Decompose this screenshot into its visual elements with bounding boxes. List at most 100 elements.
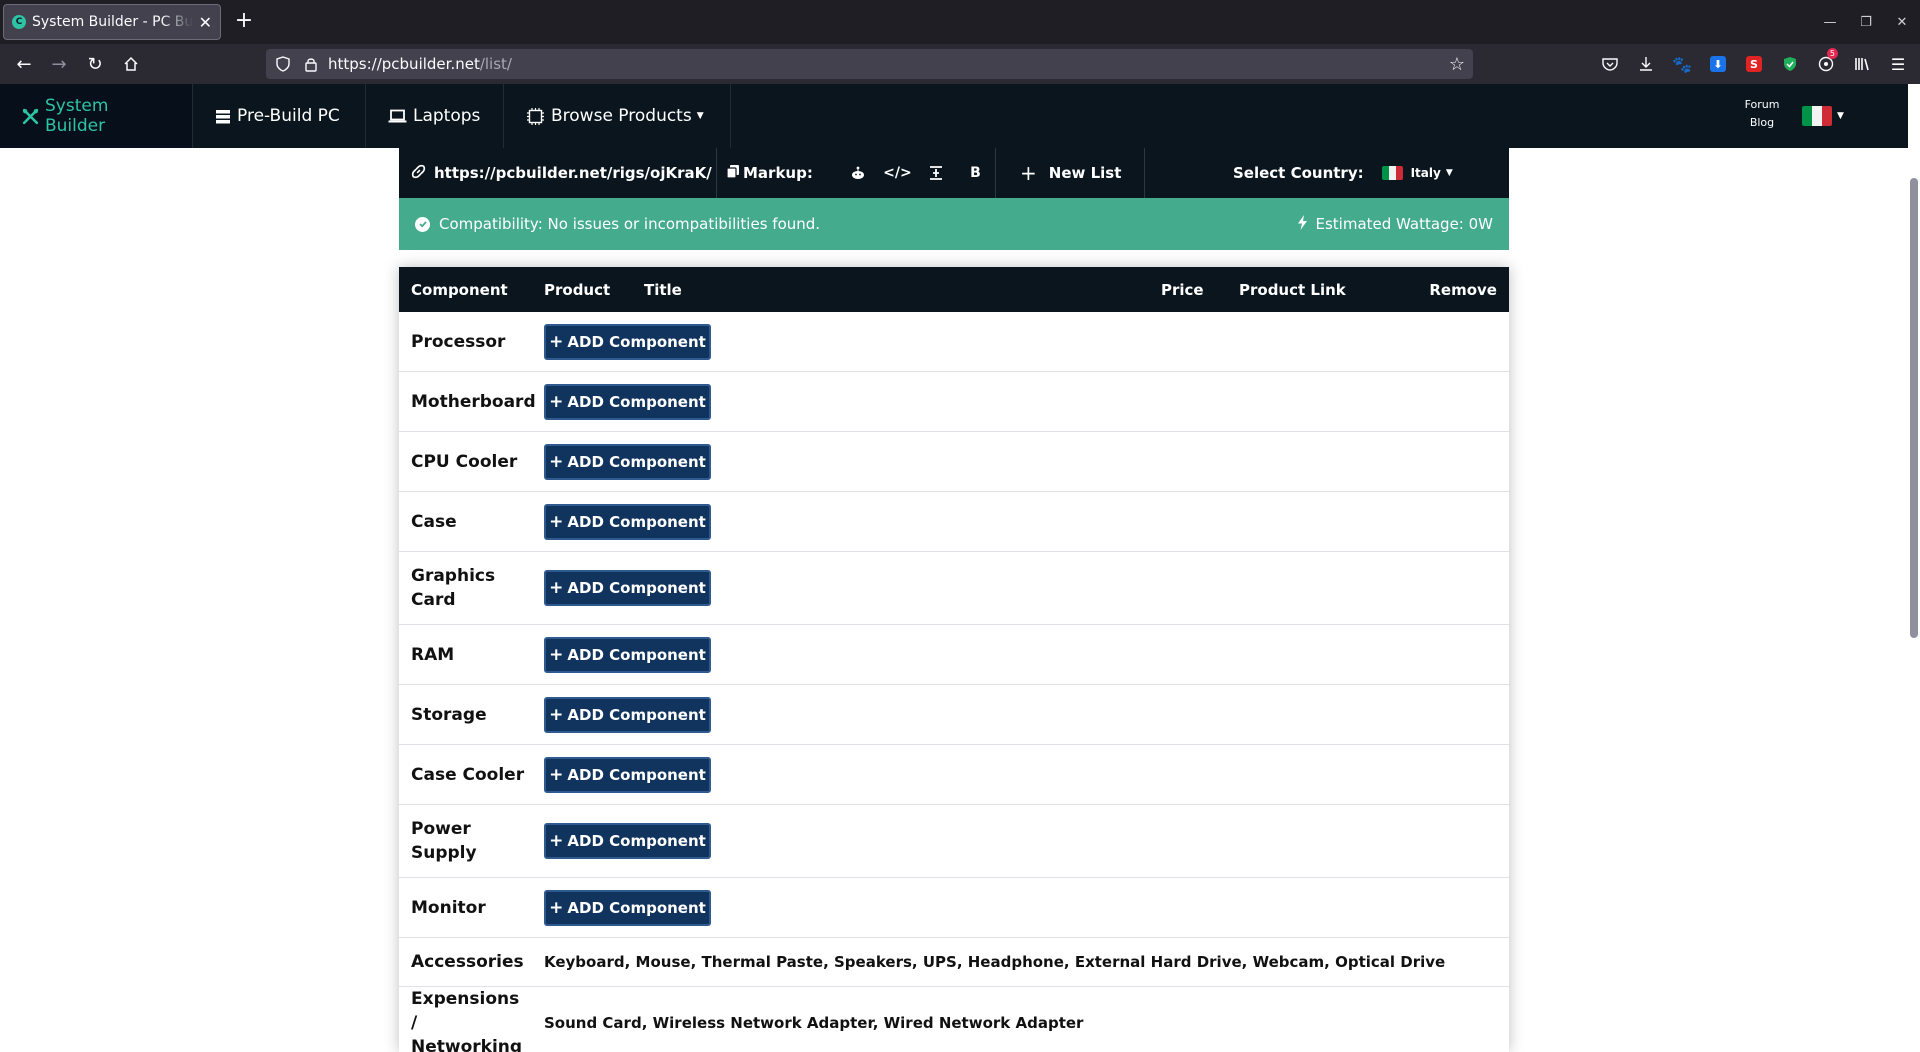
add-motherboard-button[interactable]: + ADD Component — [544, 383, 711, 420]
add-processor-button[interactable]: + ADD Component — [544, 323, 711, 360]
plus-icon: + — [549, 578, 564, 598]
col-title: Title — [644, 281, 682, 299]
expansion-link-wired-network-adapter[interactable]: Wired Network Adapter — [884, 1014, 1084, 1032]
add-case-cooler-button[interactable]: + ADD Component — [544, 756, 711, 793]
add-button-label: ADD Component — [567, 452, 706, 471]
nav-secondary-links: Forum Blog — [1744, 96, 1780, 132]
restore-button[interactable]: ❐ — [1848, 0, 1884, 44]
parts-table: Component Product Title Price Product Li… — [399, 267, 1509, 1052]
table-row: CPU Cooler + ADD Component — [399, 432, 1509, 492]
country-selector[interactable]: Select Country: Italy ▼ — [1145, 148, 1509, 198]
reddit-icon[interactable] — [839, 166, 878, 180]
server-icon — [215, 109, 231, 124]
code-icon[interactable]: </> — [878, 165, 917, 181]
accessory-link-external-hard-drive[interactable]: External Hard Drive — [1075, 953, 1242, 971]
wattage-display: Estimated Wattage: 0W — [1298, 214, 1493, 234]
url-text[interactable]: https://pcbuilder.net/list/ — [328, 55, 512, 73]
component-label: CPU Cooler — [411, 451, 518, 472]
forum-link[interactable]: Forum — [1744, 96, 1780, 114]
expansion-link-sound-card[interactable]: Sound Card — [544, 1014, 642, 1032]
plus-icon: + — [549, 451, 564, 472]
accessory-link-keyboard[interactable]: Keyboard — [544, 953, 625, 971]
add-graphics-card-button[interactable]: + ADD Component — [544, 570, 711, 606]
new-tab-button[interactable]: + — [232, 8, 256, 33]
browser-tab[interactable]: C System Builder - PC Builder ✕ — [3, 4, 221, 40]
language-selector[interactable]: ▼ — [1802, 106, 1844, 126]
add-button-label: ADD Component — [567, 832, 706, 850]
chevron-down-icon: ▼ — [1837, 111, 1844, 121]
add-button-label: ADD Component — [567, 705, 706, 724]
plus-icon: + — [549, 764, 564, 785]
accessory-link-optical-drive[interactable]: Optical Drive — [1335, 953, 1445, 971]
blog-link[interactable]: Blog — [1744, 114, 1780, 132]
add-button-label: ADD Component — [567, 579, 706, 597]
browser-navbar: ← → ↻ https://pcbuilder.net/list/ ☆ 🐾 ⬇ … — [0, 44, 1920, 84]
add-power-supply-button[interactable]: + ADD Component — [544, 823, 711, 859]
add-case-button[interactable]: + ADD Component — [544, 503, 711, 540]
col-remove: Remove — [1429, 281, 1497, 299]
extension-notifications-icon[interactable]: 5 — [1808, 48, 1844, 76]
accessory-link-speakers[interactable]: Speakers — [834, 953, 912, 971]
add-cpu-cooler-button[interactable]: + ADD Component — [544, 443, 711, 480]
extension-download-icon[interactable]: ⬇ — [1700, 52, 1736, 76]
back-icon[interactable]: ← — [10, 50, 38, 78]
lock-icon[interactable] — [304, 55, 318, 73]
nav-laptops[interactable]: Laptops — [366, 84, 504, 148]
expansion-link-wireless-network-adapter[interactable]: Wireless Network Adapter — [653, 1014, 873, 1032]
bold-icon[interactable]: B — [956, 165, 995, 181]
reload-icon[interactable]: ↻ — [81, 50, 109, 78]
scrollbar-thumb[interactable] — [1910, 178, 1918, 638]
close-window-button[interactable]: ✕ — [1884, 0, 1920, 44]
browser-tab-bar: C System Builder - PC Builder ✕ + — ❐ ✕ — [0, 0, 1920, 44]
pocket-icon[interactable] — [1592, 52, 1628, 76]
component-label: Motherboard — [411, 391, 536, 412]
add-button-label: ADD Component — [567, 392, 706, 411]
component-label: Graphics Card — [411, 566, 496, 610]
bookmark-star-icon[interactable]: ☆ — [1449, 54, 1465, 75]
minimize-button[interactable]: — — [1812, 0, 1848, 44]
close-tab-icon[interactable]: ✕ — [199, 13, 212, 32]
extension-paw-icon[interactable]: 🐾 — [1664, 52, 1700, 76]
text-height-icon[interactable] — [917, 166, 956, 180]
markup-label: Markup: — [743, 164, 813, 182]
notification-badge: 5 — [1826, 48, 1838, 59]
add-button-label: ADD Component — [567, 512, 706, 531]
accessory-link-mouse[interactable]: Mouse — [636, 953, 691, 971]
add-button-label: ADD Component — [567, 765, 706, 784]
menu-hamburger-icon[interactable]: ☰ — [1880, 52, 1916, 76]
add-button-label: ADD Component — [567, 898, 706, 917]
add-monitor-button[interactable]: + ADD Component — [544, 889, 711, 926]
download-icon[interactable] — [1628, 52, 1664, 76]
window-controls: — ❐ ✕ — [1812, 0, 1920, 44]
accessory-link-headphone[interactable]: Headphone — [968, 953, 1064, 971]
nav-system-builder[interactable]: System Builder — [0, 84, 193, 148]
extension-s-icon[interactable]: S — [1736, 52, 1772, 76]
accessories-links: Keyboard, Mouse, Thermal Paste, Speakers… — [544, 953, 1446, 971]
add-storage-button[interactable]: + ADD Component — [544, 696, 711, 733]
plus-icon: + — [1020, 161, 1037, 185]
accessories-label: Accessories — [411, 952, 524, 972]
tracking-shield-icon[interactable] — [274, 55, 292, 73]
accessory-link-ups[interactable]: UPS — [923, 953, 957, 971]
share-link-text[interactable]: https://pcbuilder.net/rigs/ojKraK/ — [434, 164, 712, 182]
share-link-section: https://pcbuilder.net/rigs/ojKraK/ — [399, 148, 739, 198]
table-row: Expensions / Networking Sound Card, Wire… — [399, 987, 1509, 1052]
browser-toolbar-icons: 🐾 ⬇ S 5 ☰ — [1592, 48, 1916, 76]
address-bar[interactable]: https://pcbuilder.net/list/ ☆ — [266, 49, 1473, 79]
library-icon[interactable] — [1844, 52, 1880, 76]
page-scrollbar[interactable] — [1908, 148, 1920, 1052]
new-list-button[interactable]: + New List — [996, 148, 1145, 198]
plus-icon: + — [549, 897, 564, 918]
new-list-label: New List — [1048, 164, 1122, 182]
add-ram-button[interactable]: + ADD Component — [544, 636, 711, 673]
plus-icon: + — [549, 391, 564, 412]
nav-browse-products[interactable]: Browse Products ▼ — [504, 84, 731, 148]
accessory-link-thermal-paste[interactable]: Thermal Paste — [701, 953, 823, 971]
extension-shield-icon[interactable] — [1772, 52, 1808, 76]
accessory-link-webcam[interactable]: Webcam — [1253, 953, 1325, 971]
nav-pre-build-pc[interactable]: Pre-Build PC — [193, 84, 366, 148]
home-icon[interactable] — [117, 50, 145, 78]
site-navbar: System Builder Pre-Build PC Laptops Brow… — [0, 84, 1908, 148]
table-row: Accessories Keyboard, Mouse, Thermal Pas… — [399, 938, 1509, 987]
forward-icon[interactable]: → — [45, 50, 73, 78]
